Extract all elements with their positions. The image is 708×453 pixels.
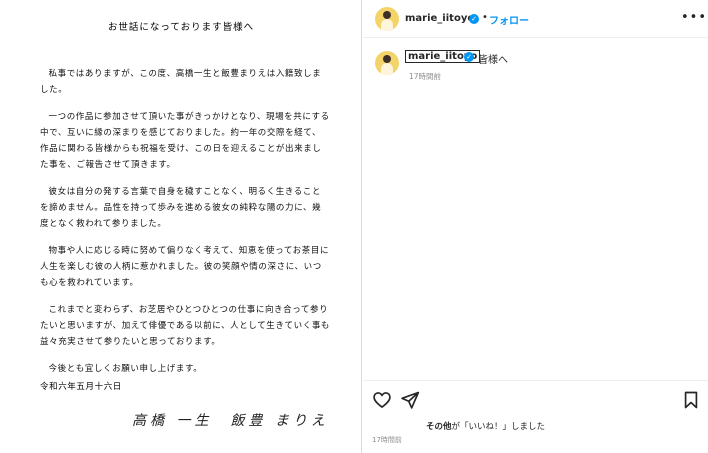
heart-icon[interactable] [372, 390, 392, 410]
letter-title: お世話になっております皆様へ [107, 22, 255, 33]
post-image[interactable]: お世話になっております皆様へ 私事ではありますが、この度、高橋一生と飯豊まりえは… [0, 0, 362, 453]
letter-paragraph: 彼女は自分の発する言葉で自身を穢すことなく、明るく生きることを諦めません。品性を… [40, 187, 322, 229]
header-username[interactable]: marie_iitoyo [405, 13, 474, 24]
caption-timestamp[interactable]: 17時間前 [409, 71, 441, 82]
letter-body: 私事ではありますが、この度、高橋一生と飯豊まりえは入籍致しました。 一つの作品に… [40, 66, 330, 388]
separator-dot: • [482, 12, 488, 23]
post-timestamp[interactable]: 17時間前 [372, 435, 402, 445]
more-options-icon[interactable]: ••• [681, 10, 707, 25]
likes-others[interactable]: その他 [426, 422, 452, 432]
letter-paragraph: 一つの作品に参加させて頂いた事がきっかけとなり、現場を共にする中で、互いに縁の深… [40, 112, 330, 170]
letter-paragraph: 物事や人に応じる時に努めて偏りなく考えて、知恵を使ってお茶目に人生を楽しむ彼の人… [40, 246, 330, 288]
share-icon[interactable] [400, 390, 420, 410]
post-header: marie_iitoyo ✓ • フォロー ••• [363, 0, 708, 38]
verified-badge-icon: ✓ [469, 14, 479, 24]
avatar[interactable] [375, 7, 399, 31]
post-side-panel: marie_iitoyo ✓ • フォロー ••• marie_iitoyo ✓… [363, 0, 708, 453]
likes-summary[interactable]: その他が「いいね！」しました [426, 420, 545, 432]
caption-text: 皆様へ [478, 55, 508, 66]
follow-button[interactable]: フォロー [489, 12, 529, 27]
letter-date: 令和六年五月十六日 [40, 382, 122, 392]
actions-divider [363, 380, 708, 381]
caption-avatar[interactable] [375, 51, 399, 75]
verified-badge-icon: ✓ [464, 52, 474, 62]
letter-paragraph: 私事ではありますが、この度、高橋一生と飯豊まりえは入籍致しました。 [40, 69, 322, 95]
letter-paragraph: 今後とも宜しくお願い申し上げます。 [48, 364, 203, 374]
signature: 高橋 一生 飯豊 まりえ [132, 413, 329, 429]
letter-paragraph: これまでと変わらず、お芝居やひとつひとつの仕事に向き合って参りたいと思いますが、… [40, 305, 331, 347]
bookmark-icon[interactable] [681, 390, 701, 410]
likes-label: が「いいね！」しました [451, 422, 546, 432]
